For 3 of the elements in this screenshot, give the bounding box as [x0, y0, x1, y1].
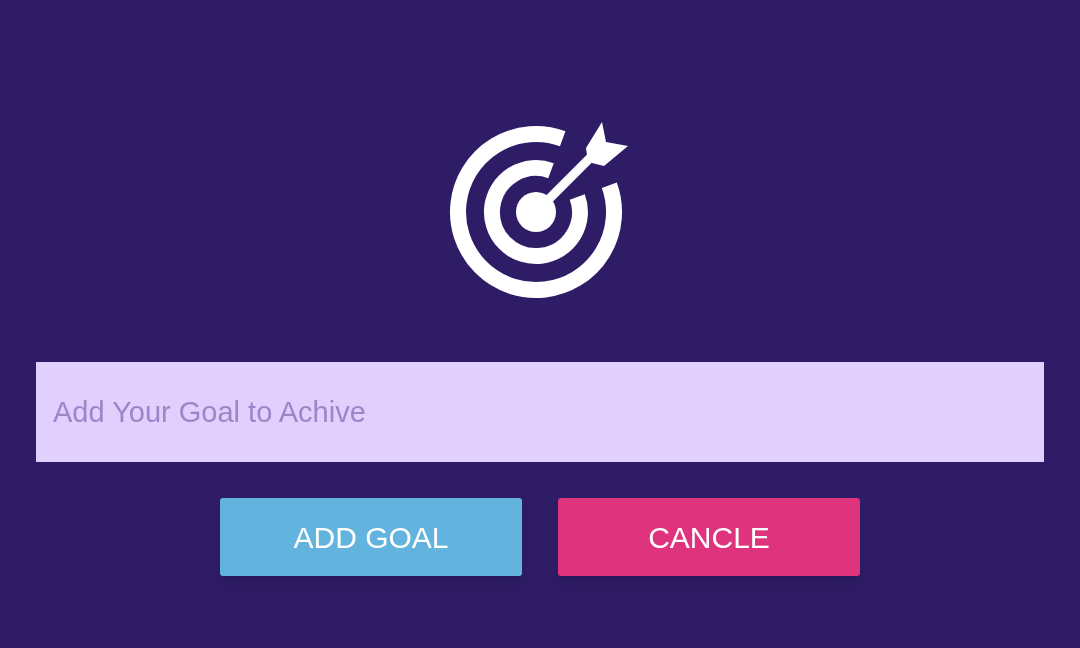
cancel-button[interactable]: CANCLE — [558, 498, 860, 576]
goal-input-field[interactable]: Add Your Goal to Achive — [36, 362, 1044, 462]
add-goal-button[interactable]: ADD GOAL — [220, 498, 522, 576]
